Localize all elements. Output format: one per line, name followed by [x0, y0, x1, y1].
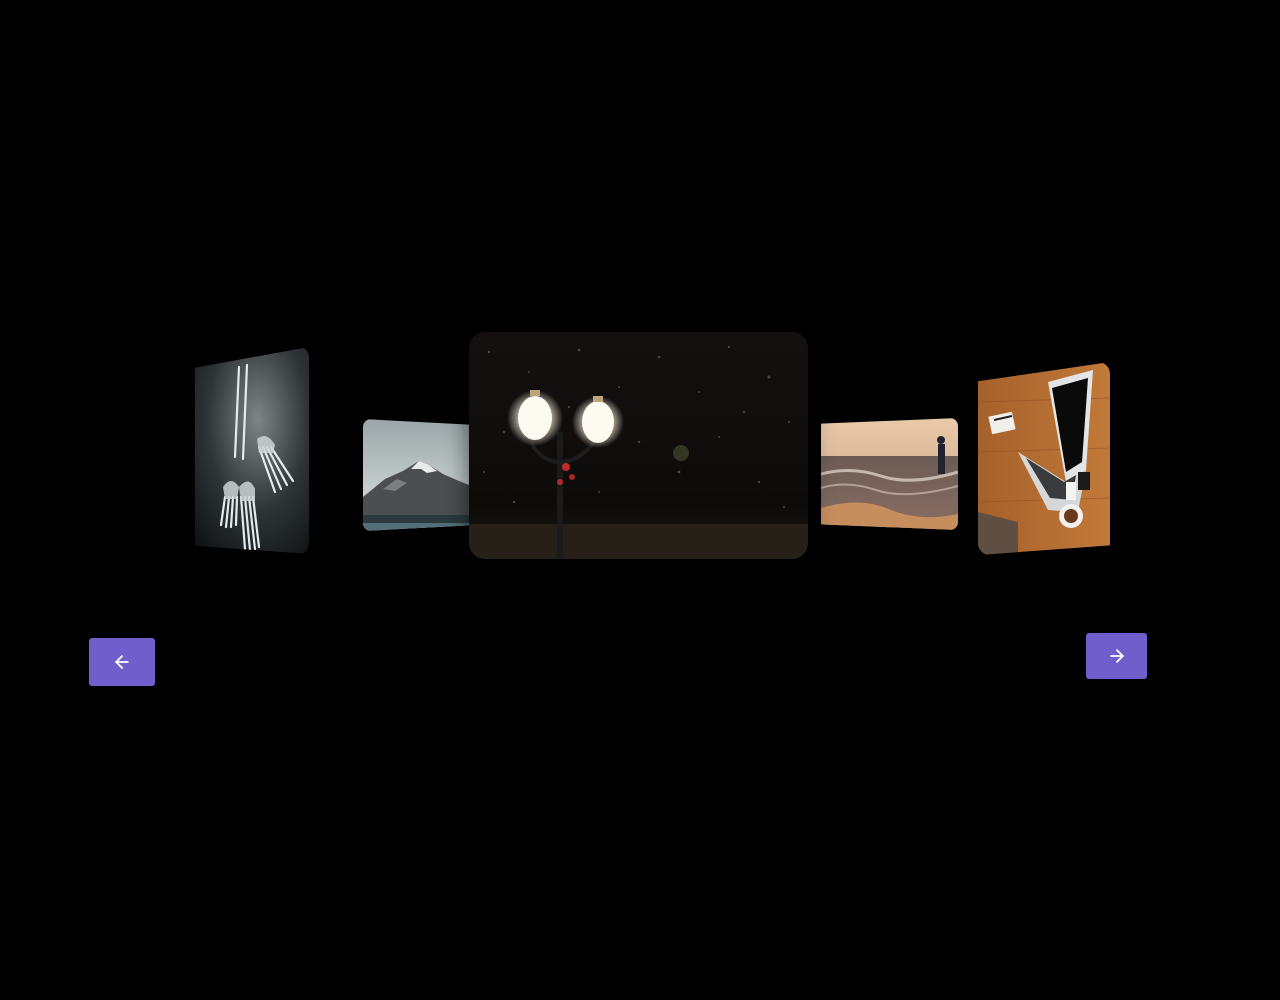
mountain-image — [363, 419, 469, 531]
carousel — [0, 0, 1280, 1000]
slide-laptop[interactable] — [978, 362, 1110, 555]
previous-button[interactable] — [89, 638, 155, 686]
next-button[interactable] — [1086, 633, 1147, 679]
street-lamp-image — [469, 332, 808, 559]
slide-forks[interactable] — [195, 347, 309, 554]
slide-street-lamp[interactable] — [469, 332, 808, 559]
slide-sea[interactable] — [821, 418, 958, 530]
slide-mountain[interactable] — [363, 419, 469, 531]
forks-image — [195, 347, 309, 554]
sea-image — [821, 418, 958, 530]
laptop-image — [978, 362, 1110, 555]
arrow-left-icon — [115, 655, 129, 669]
arrow-right-icon — [1109, 649, 1124, 663]
